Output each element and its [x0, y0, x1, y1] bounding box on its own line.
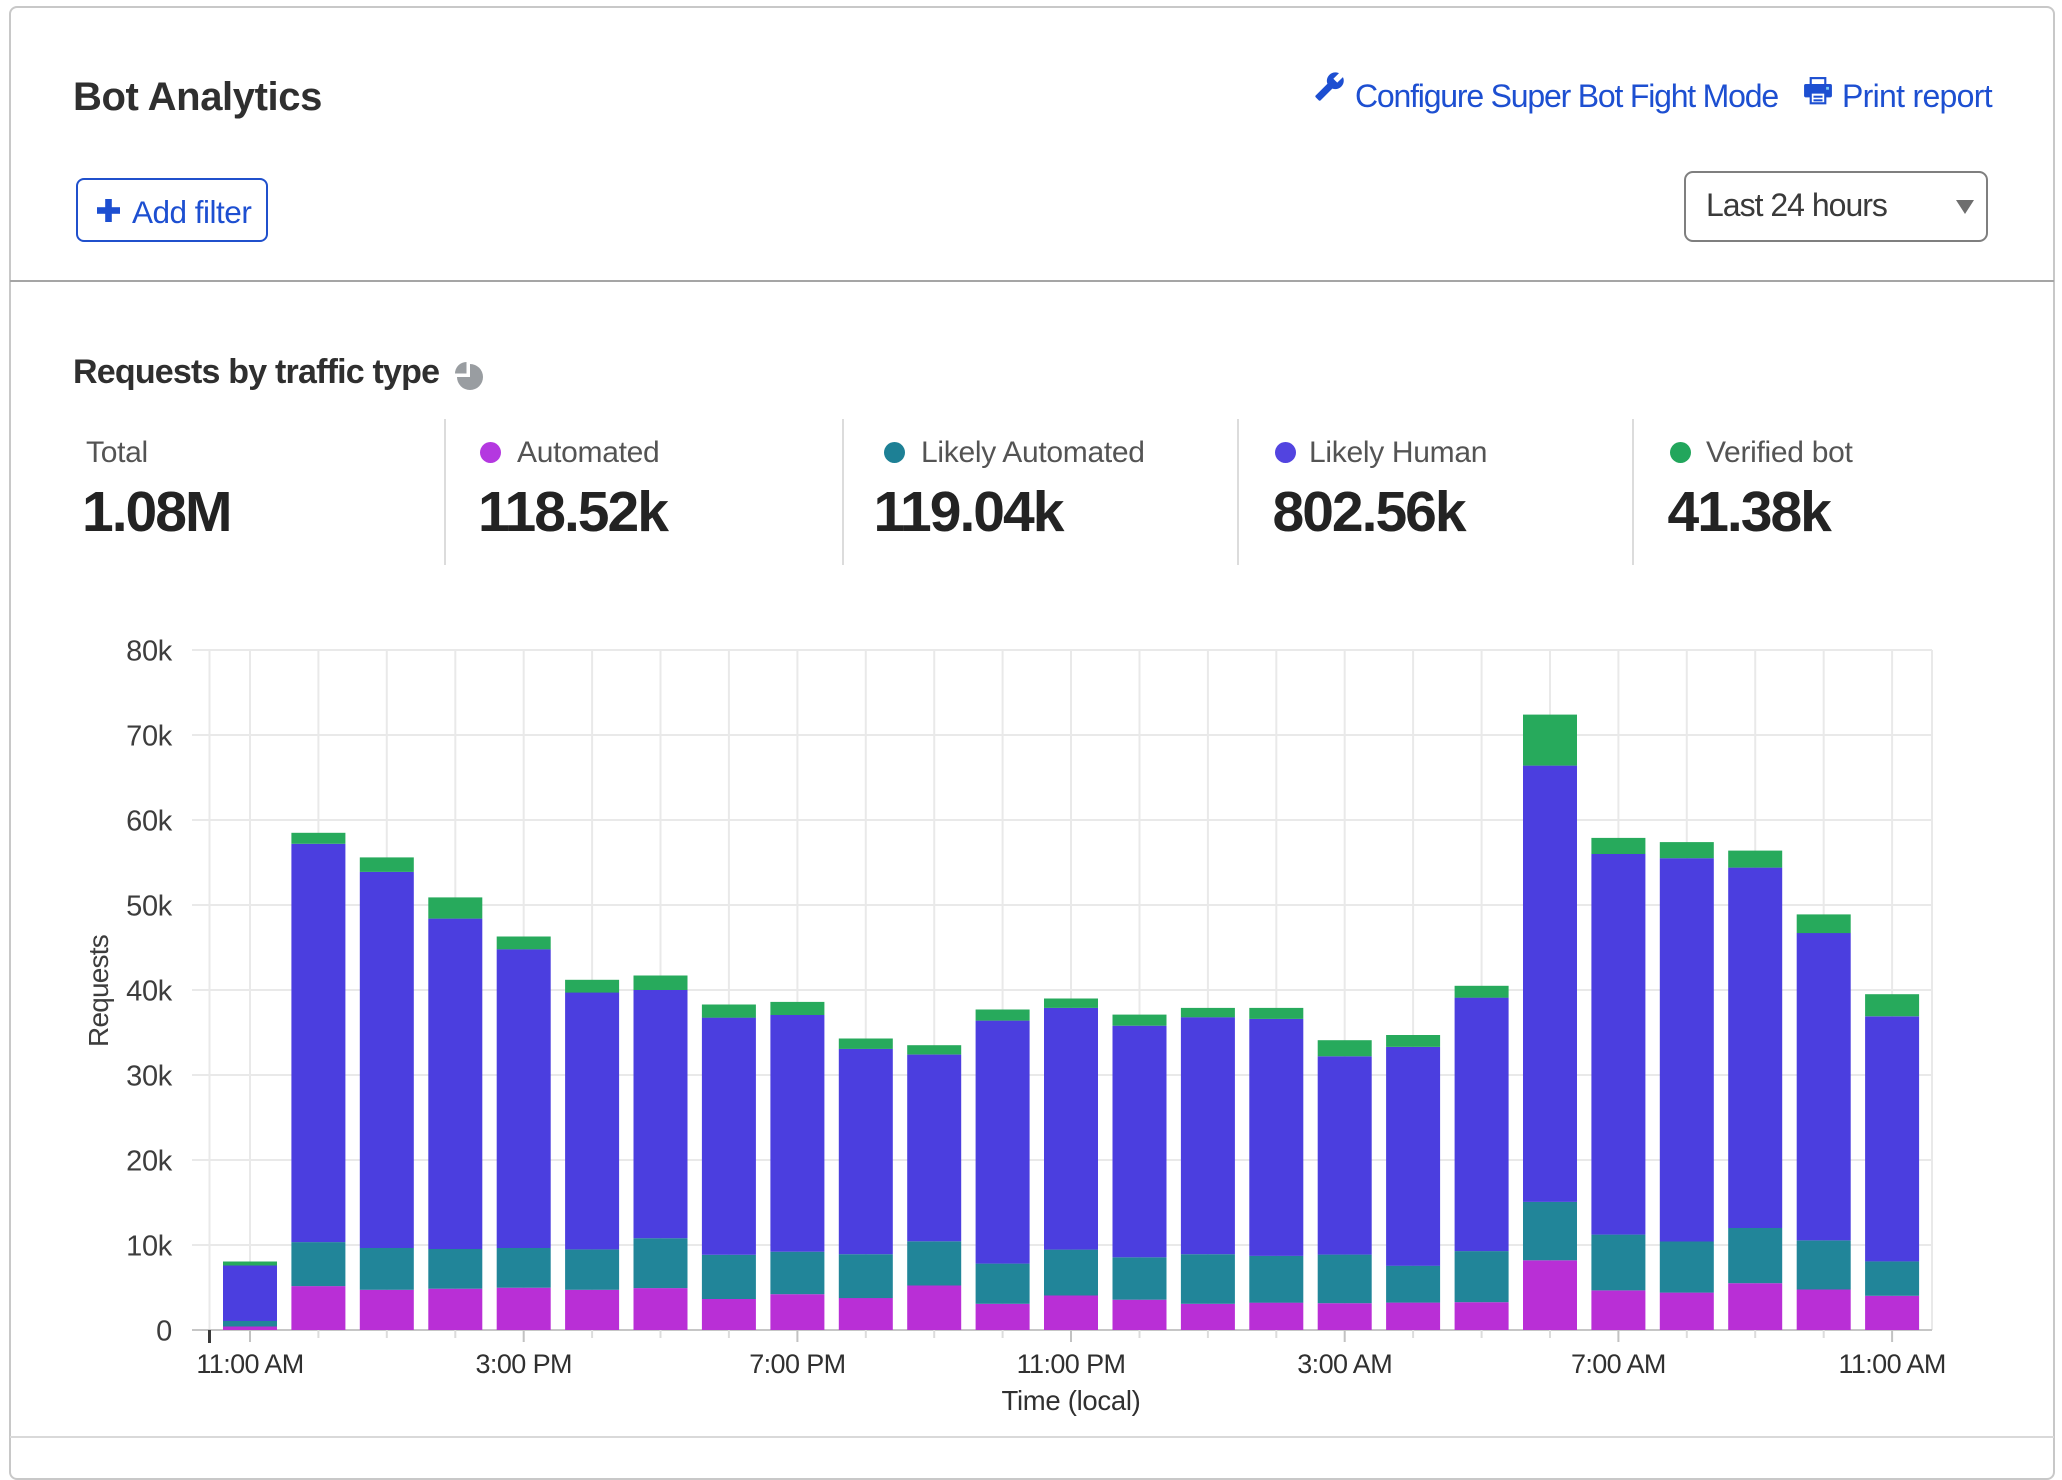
svg-text:80k: 80k [126, 636, 173, 668]
svg-text:11:00 PM: 11:00 PM [1017, 1349, 1126, 1379]
svg-text:20k: 20k [126, 1146, 173, 1178]
svg-text:11:00 AM: 11:00 AM [196, 1349, 303, 1379]
svg-text:3:00 PM: 3:00 PM [476, 1349, 572, 1379]
svg-text:50k: 50k [126, 891, 173, 923]
svg-text:11:00 AM: 11:00 AM [1838, 1349, 1945, 1379]
svg-text:70k: 70k [126, 721, 173, 753]
svg-text:30k: 30k [126, 1061, 173, 1093]
svg-text:60k: 60k [126, 806, 173, 838]
svg-text:7:00 PM: 7:00 PM [749, 1349, 845, 1379]
svg-text:7:00 AM: 7:00 AM [1571, 1349, 1666, 1379]
svg-text:3:00 AM: 3:00 AM [1297, 1349, 1392, 1379]
svg-text:0: 0 [156, 1316, 172, 1348]
svg-text:10k: 10k [126, 1231, 173, 1263]
svg-text:40k: 40k [126, 976, 173, 1008]
svg-text:Time (local): Time (local) [1001, 1385, 1140, 1416]
svg-text:Requests: Requests [83, 935, 114, 1047]
